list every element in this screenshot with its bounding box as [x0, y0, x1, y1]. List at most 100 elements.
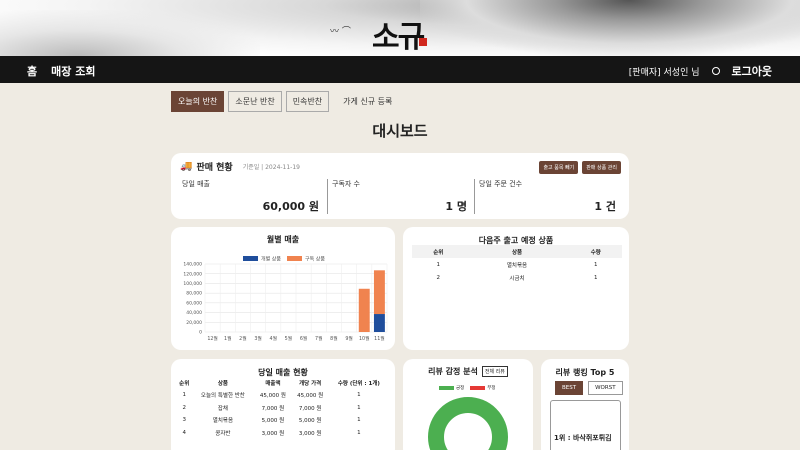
table-cell: 7,000 원 — [261, 405, 285, 412]
user-icon[interactable] — [711, 67, 720, 75]
manage-products-button[interactable]: 판매 상품 관리 — [582, 161, 621, 174]
table-row: 2 잡채 7,000 원 7,000 원 1 — [177, 402, 389, 415]
table-cell: 잡채 — [217, 405, 228, 412]
y-tick-label: 80,000 — [186, 291, 202, 297]
table-header: 상품 — [217, 380, 228, 387]
table-cell: 1 — [357, 404, 361, 411]
today-sales-table: 순위 상품 매출액 개당 가격 수량 (단위 : 1개) 1 오늘의 특별한 반… — [177, 376, 389, 439]
header-banner: 〰 ⌒ 소규 — [0, 0, 800, 56]
y-tick-label: 0 — [199, 330, 202, 336]
best-button[interactable]: BEST — [555, 381, 584, 395]
table-cell: 콩자반 — [215, 430, 231, 437]
table-cell: 3,000 원 — [261, 430, 285, 437]
birds-decoration: 〰 ⌒ — [330, 27, 351, 37]
nav-store-search[interactable]: 매장 조회 — [51, 63, 95, 79]
table-cell: 2 — [436, 274, 441, 281]
table-cell: 멸치볶음 — [506, 262, 528, 269]
store-tab[interactable]: 오늘의 반찬 — [171, 91, 225, 112]
table-row: 4 콩자반 3,000 원 3,000 원 1 — [177, 427, 389, 440]
x-tick-label: 2월 — [239, 335, 246, 342]
logo[interactable]: 소규 — [372, 12, 430, 55]
worst-button[interactable]: WORST — [588, 381, 623, 395]
table-cell: 멸치볶음 — [212, 418, 234, 425]
table-header: 매출액 — [265, 380, 281, 387]
donut-positive-slice — [428, 397, 508, 450]
table-cell: 오늘의 특별한 반찬 — [200, 393, 245, 400]
card-title: 리뷰 랭킹 Top 5 — [555, 368, 615, 377]
metric-label: 당일 매출 — [182, 180, 210, 188]
x-tick-label: 9월 — [345, 335, 352, 342]
table-header: 상품 — [511, 249, 523, 256]
table-cell: 4 — [182, 429, 186, 436]
table-row: 1 오늘의 특별한 반찬 45,000 원 45,000 원 1 — [177, 389, 389, 402]
table-header: 순위 — [433, 249, 444, 256]
table-cell: 7,000 원 — [298, 405, 322, 412]
next-week-table: 순위 상품 수량 1 멸치볶음 1 2 시금치 1 — [412, 245, 622, 284]
table-header: 순위 — [179, 380, 190, 387]
review-analysis-card: 리뷰 감정 분석 전체 리뷰 긍정 부정 — [403, 359, 533, 450]
bar — [373, 270, 385, 315]
x-tick-label: 7월 — [315, 335, 322, 342]
metric-label: 구독자 수 — [332, 180, 360, 188]
table-cell: 1 — [357, 392, 361, 399]
y-tick-label: 20,000 — [186, 320, 202, 326]
x-tick-label: 3월 — [254, 335, 261, 342]
table-cell: 1 — [594, 261, 598, 268]
sales-status-card: 🚚 판매 현황 기준일 | 2024-11-19 출고 품목 빼기 판매 상품 … — [171, 153, 629, 219]
table-row: 3 멸치볶음 5,000 원 5,000 원 1 — [177, 414, 389, 427]
page-title: 대시보드 — [372, 122, 428, 140]
table-header-row: 순위 상품 매출액 개당 가격 수량 (단위 : 1개) — [177, 376, 389, 389]
x-tick-label: 11월 — [374, 335, 385, 342]
x-tick-label: 6월 — [300, 335, 307, 342]
metric-subscribers: 구독자 수 1 명 — [327, 179, 473, 214]
logo-seal — [419, 38, 427, 46]
ink-mist-decoration — [420, 0, 800, 56]
sales-title: 판매 현황 — [196, 163, 233, 173]
review-ranking-card: 리뷰 랭킹 Top 5 BEST WORST 1위 : 바삭쥐포튀김 — [541, 359, 629, 450]
bar — [358, 288, 370, 332]
y-tick-label: 40,000 — [186, 310, 202, 316]
x-tick-label: 5월 — [285, 335, 292, 342]
bar — [373, 314, 385, 332]
metric-orders: 당일 주문 건수 1 건 — [474, 179, 622, 214]
table-cell: 5,000 원 — [261, 418, 285, 425]
x-tick-label: 4월 — [270, 335, 277, 342]
store-tab[interactable]: 민속반찬 — [285, 91, 330, 112]
register-store-link[interactable]: 가게 신규 등록 — [343, 96, 392, 107]
table-cell: 1 — [436, 261, 441, 268]
legend-label: 구독 상품 — [305, 256, 325, 263]
exclude-shipping-button[interactable]: 출고 품목 빼기 — [539, 161, 579, 174]
ink-mist-decoration — [0, 10, 260, 56]
legend-label: 개별 상품 — [261, 256, 281, 263]
table-cell: 45,000 원 — [259, 393, 286, 400]
store-tabs: 오늘의 반찬 소문난 반찬 민속반찬 가게 신규 등록 — [171, 91, 392, 112]
nav-bar: 홈 매장 조회 [판매자] 서성인 님 로그아웃 — [0, 56, 800, 83]
table-cell: 1 — [357, 429, 361, 436]
x-tick-label: 10월 — [359, 335, 370, 342]
legend-swatch — [243, 256, 258, 261]
ranking-item: 1위 : 바삭쥐포튀김 — [554, 434, 612, 442]
table-header: 수량 (단위 : 1개) — [337, 380, 380, 387]
metric-daily-sales: 당일 매출 60,000 원 — [182, 179, 325, 214]
x-tick-label: 1월 — [224, 335, 231, 342]
table-row: 2 시금치 1 — [412, 271, 622, 284]
nav-home[interactable]: 홈 — [27, 63, 37, 79]
y-tick-label: 120,000 — [183, 271, 202, 277]
table-cell: 5,000 원 — [298, 418, 322, 425]
monthly-sales-card: 월별 매출 개별 상품 구독 상품 0 20,000 40,000 60,000 80,00… — [171, 227, 395, 350]
table-cell: 45,000 원 — [297, 393, 324, 400]
next-week-card: 다음주 출고 예정 상품 순위 상품 수량 1 멸치볶음 1 2 시금치 1 — [403, 227, 629, 350]
table-header: 개당 가격 — [299, 380, 322, 387]
logout-link[interactable]: 로그아웃 — [732, 63, 772, 79]
table-header: 수량 — [590, 249, 601, 256]
logo-text: 소규 — [372, 20, 425, 55]
table-header-row: 순위 상품 수량 — [412, 245, 622, 258]
seller-name: [판매자] 서성인 님 — [628, 67, 700, 78]
sales-date: 기준일 | 2024-11-19 — [242, 164, 300, 171]
metric-value: 1 건 — [594, 200, 616, 213]
table-cell: 시금치 — [509, 275, 525, 282]
store-tab[interactable]: 소문난 반찬 — [228, 91, 282, 112]
table-cell: 2 — [182, 404, 186, 411]
metric-value: 60,000 원 — [262, 200, 319, 213]
table-cell: 1 — [357, 417, 361, 424]
